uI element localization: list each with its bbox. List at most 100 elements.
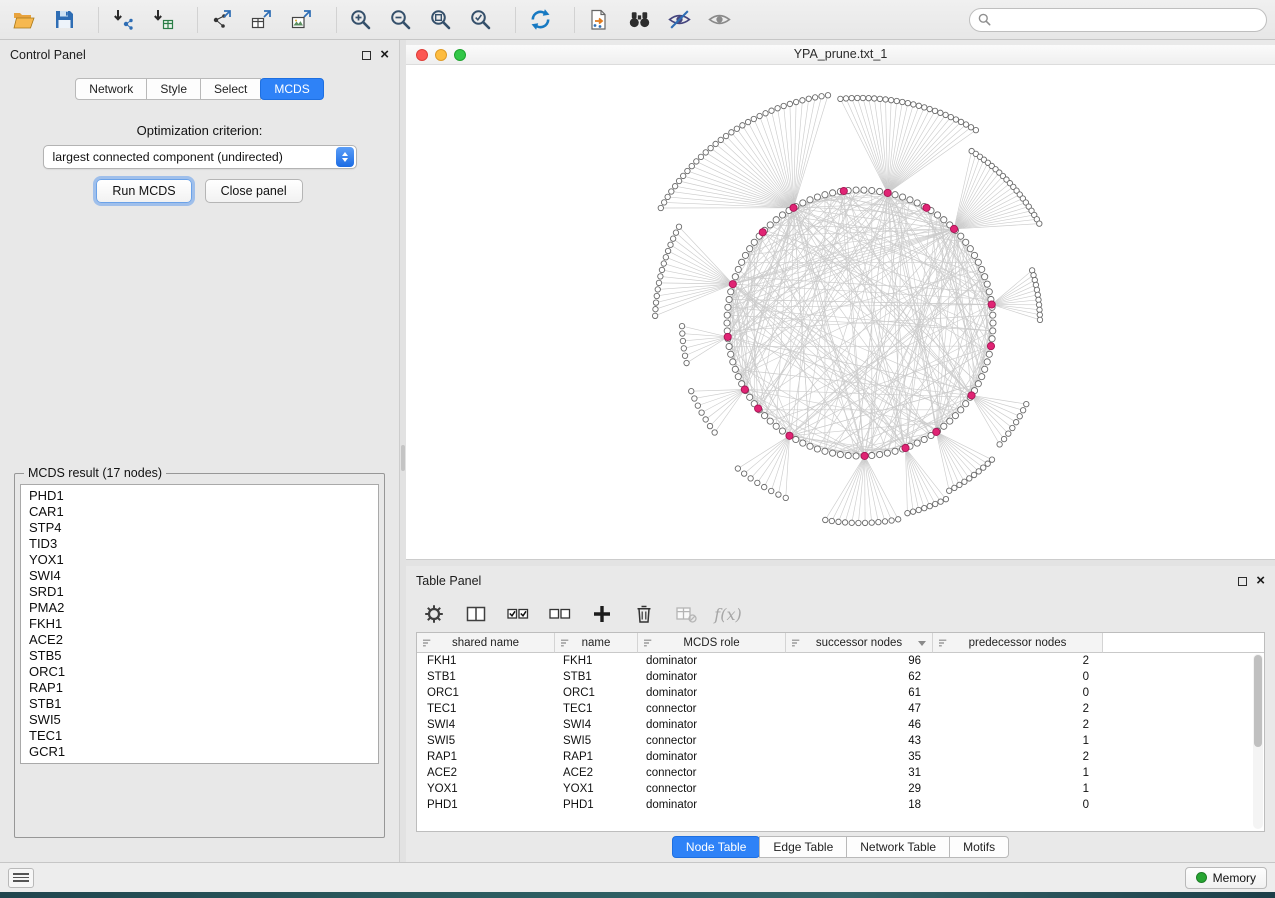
result-item[interactable]: ORC1 [21, 664, 378, 680]
dominator-node[interactable] [729, 281, 736, 288]
column-header-successor-nodes[interactable]: successor nodes [786, 633, 933, 653]
dominator-node[interactable] [755, 405, 762, 412]
table-settings-button[interactable] [420, 600, 448, 628]
result-item[interactable]: SWI4 [21, 568, 378, 584]
find-button[interactable] [623, 5, 655, 35]
dominator-node[interactable] [724, 333, 731, 340]
dominator-node[interactable] [933, 428, 940, 435]
column-header-name[interactable]: name [555, 633, 638, 653]
close-panel-button[interactable]: Close panel [205, 179, 303, 203]
export-network-button[interactable] [206, 5, 238, 35]
table-row[interactable]: SWI4SWI4dominator462 [417, 717, 1264, 733]
table-row[interactable]: ACE2ACE2connector311 [417, 765, 1264, 781]
result-item[interactable]: PHD1 [21, 488, 378, 504]
save-session-button[interactable] [48, 5, 80, 35]
table-row[interactable]: STB1STB1dominator620 [417, 669, 1264, 685]
result-item[interactable]: TEC1 [21, 728, 378, 744]
dominator-node[interactable] [950, 225, 957, 232]
result-item[interactable]: CAR1 [21, 504, 378, 520]
memory-button[interactable]: Memory [1185, 867, 1267, 889]
zoom-out-button[interactable] [385, 5, 417, 35]
table-cell: dominator [638, 717, 786, 733]
result-item[interactable]: STB5 [21, 648, 378, 664]
export-image-button[interactable] [286, 5, 318, 35]
dominator-node[interactable] [741, 386, 748, 393]
select-all-button[interactable] [504, 600, 532, 628]
criterion-dropdown[interactable]: largest connected component (undirected) [43, 145, 357, 169]
document-share-button[interactable] [583, 5, 615, 35]
close-panel-icon[interactable]: × [380, 50, 389, 60]
dominator-node[interactable] [861, 452, 868, 459]
tab-edge-table[interactable]: Edge Table [759, 836, 847, 858]
dominator-node[interactable] [923, 204, 930, 211]
result-item[interactable]: GCR1 [21, 744, 378, 760]
dominator-node[interactable] [840, 187, 847, 194]
panel-splitter[interactable] [400, 40, 406, 862]
result-item[interactable]: YOX1 [21, 552, 378, 568]
export-table-button[interactable] [246, 5, 278, 35]
column-header-shared-name[interactable]: shared name [417, 633, 555, 653]
result-item[interactable]: FKH1 [21, 616, 378, 632]
panel-menu-button[interactable] [8, 868, 34, 888]
tab-style[interactable]: Style [146, 78, 201, 100]
dominator-node[interactable] [790, 204, 797, 211]
column-header-predecessor-nodes[interactable]: predecessor nodes [933, 633, 1103, 653]
open-file-button[interactable] [8, 5, 40, 35]
splitter-grip[interactable] [401, 445, 405, 471]
search-input[interactable] [996, 13, 1258, 27]
import-table-button[interactable] [147, 5, 179, 35]
function-builder-button[interactable]: f(x) [714, 600, 742, 628]
zoom-fit-button[interactable] [425, 5, 457, 35]
zoom-in-button[interactable] [345, 5, 377, 35]
close-table-panel-icon[interactable]: × [1256, 576, 1265, 586]
show-all-button[interactable] [703, 5, 735, 35]
deselect-all-button[interactable] [546, 600, 574, 628]
network-canvas[interactable] [406, 65, 1275, 559]
result-item[interactable]: PMA2 [21, 600, 378, 616]
float-table-panel-icon[interactable] [1238, 577, 1247, 586]
column-layout-button[interactable] [462, 600, 490, 628]
table-scrollbar[interactable] [1253, 654, 1263, 829]
dominator-node[interactable] [884, 189, 891, 196]
tab-select[interactable]: Select [200, 78, 261, 100]
dominator-node[interactable] [759, 229, 766, 236]
result-item[interactable]: SWI5 [21, 712, 378, 728]
dominator-node[interactable] [987, 342, 994, 349]
search-box[interactable] [969, 8, 1267, 32]
table-row[interactable]: TEC1TEC1connector472 [417, 701, 1264, 717]
import-network-button[interactable] [107, 5, 139, 35]
tab-motifs[interactable]: Motifs [949, 836, 1009, 858]
result-item[interactable]: RAP1 [21, 680, 378, 696]
tab-network[interactable]: Network [75, 78, 147, 100]
scrollbar-thumb[interactable] [1254, 655, 1262, 747]
table-row[interactable]: YOX1YOX1connector291 [417, 781, 1264, 797]
hide-selected-button[interactable] [663, 5, 695, 35]
tab-mcds[interactable]: MCDS [260, 78, 323, 100]
memory-label: Memory [1213, 871, 1256, 885]
table-row[interactable]: SWI5SWI5connector431 [417, 733, 1264, 749]
tab-network-table[interactable]: Network Table [846, 836, 950, 858]
float-panel-icon[interactable] [362, 51, 371, 60]
apply-layout-button[interactable] [524, 5, 556, 35]
dominator-node[interactable] [902, 444, 909, 451]
result-item[interactable]: ACE2 [21, 632, 378, 648]
run-mcds-button[interactable]: Run MCDS [96, 179, 191, 203]
dominator-node[interactable] [988, 301, 995, 308]
table-row[interactable]: RAP1RAP1dominator352 [417, 749, 1264, 765]
tab-node-table[interactable]: Node Table [672, 836, 761, 858]
dominator-node[interactable] [968, 392, 975, 399]
result-item[interactable]: TID3 [21, 536, 378, 552]
table-row[interactable]: ORC1ORC1dominator610 [417, 685, 1264, 701]
result-item[interactable]: SRD1 [21, 584, 378, 600]
create-column-button[interactable] [588, 600, 616, 628]
table-row[interactable]: PHD1PHD1dominator180 [417, 797, 1264, 813]
sort-direction-chevron[interactable] [918, 641, 926, 646]
dominator-node[interactable] [786, 432, 793, 439]
column-header-MCDS-role[interactable]: MCDS role [638, 633, 786, 653]
table-row[interactable]: FKH1FKH1dominator962 [417, 653, 1264, 669]
result-item[interactable]: STP4 [21, 520, 378, 536]
mcds-result-list[interactable]: PHD1CAR1STP4TID3YOX1SWI4SRD1PMA2FKH1ACE2… [20, 484, 379, 764]
result-item[interactable]: STB1 [21, 696, 378, 712]
delete-column-button[interactable] [630, 600, 658, 628]
zoom-selected-button[interactable] [465, 5, 497, 35]
